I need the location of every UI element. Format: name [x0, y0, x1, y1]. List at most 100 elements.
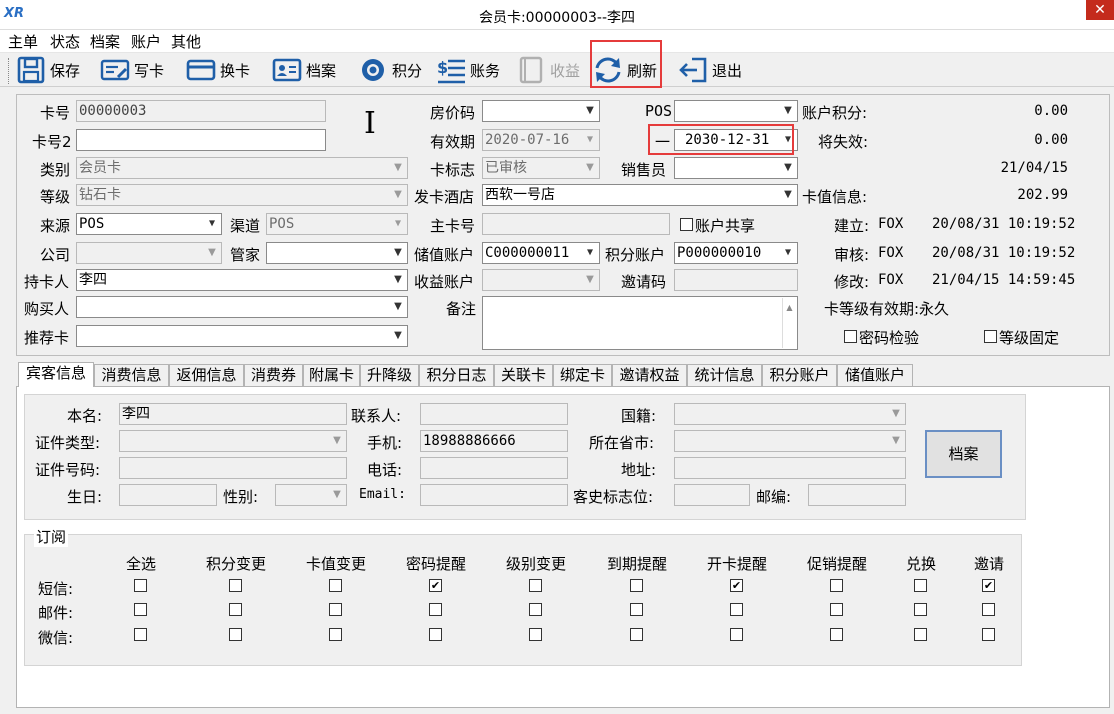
sub-sms-promo-reminder-checkbox[interactable]	[830, 579, 843, 592]
sub-email-invite-checkbox[interactable]	[982, 603, 995, 616]
buyer-select[interactable]: ▼	[76, 296, 408, 318]
sub-sms-invite-checkbox[interactable]: ✔	[982, 579, 995, 592]
mobile-field[interactable]: 18988886666	[420, 430, 568, 452]
level-select[interactable]: 钻石卡 ▼	[76, 184, 408, 206]
sub-wechat-open-card-reminder-checkbox[interactable]	[730, 628, 743, 641]
tab-points-account[interactable]: 积分账户	[762, 364, 837, 386]
housekeeper-select[interactable]: ▼	[266, 242, 408, 264]
card-no2-field[interactable]	[76, 129, 326, 151]
tab-vouchers[interactable]: 消费券	[244, 364, 303, 386]
points-button[interactable]: 积分	[358, 55, 422, 85]
sub-wechat-select-all-checkbox[interactable]	[134, 628, 147, 641]
gender-select[interactable]: ▼	[275, 484, 347, 506]
nationality-select[interactable]: ▼	[674, 403, 906, 425]
invite-code-field[interactable]	[674, 269, 798, 291]
tab-guest-info[interactable]: 宾客信息	[18, 362, 94, 387]
sub-email-value-change-checkbox[interactable]	[329, 603, 342, 616]
sub-wechat-exchange-checkbox[interactable]	[914, 628, 927, 641]
pos-select[interactable]: ▼	[674, 100, 798, 122]
room-rate-select[interactable]: ▼	[482, 100, 600, 122]
card-no-field[interactable]: 00000003	[76, 100, 326, 122]
tab-sub-card[interactable]: 附属卡	[303, 364, 360, 386]
sub-wechat-points-change-checkbox[interactable]	[229, 628, 242, 641]
tab-commission[interactable]: 返佣信息	[169, 364, 244, 386]
archive-toolbar-button[interactable]: 档案	[272, 55, 336, 85]
phone-field[interactable]	[420, 457, 568, 479]
tab-stored-account[interactable]: 储值账户	[837, 364, 913, 386]
name-field[interactable]: 李四	[119, 403, 347, 425]
id-type-select[interactable]: ▼	[119, 430, 347, 452]
password-check-checkbox[interactable]	[844, 330, 857, 343]
id-number-field[interactable]	[119, 457, 347, 479]
email-field[interactable]	[420, 484, 568, 506]
tab-statistics[interactable]: 统计信息	[687, 364, 762, 386]
sub-wechat-level-change-checkbox[interactable]	[529, 628, 542, 641]
sub-sms-open-card-reminder-checkbox[interactable]: ✔	[730, 579, 743, 592]
sub-sms-exchange-checkbox[interactable]	[914, 579, 927, 592]
save-button[interactable]: 保存	[16, 55, 80, 85]
remark-textarea[interactable]: ▲▼	[482, 296, 798, 350]
category-select[interactable]: 会员卡 ▼	[76, 157, 408, 179]
change-card-button[interactable]: 换卡	[186, 55, 250, 85]
sub-email-points-change-checkbox[interactable]	[229, 603, 242, 616]
tab-linked-card[interactable]: 关联卡	[494, 364, 553, 386]
account-button[interactable]: $ 账务	[436, 55, 500, 85]
revenue-account-select[interactable]: ▼	[482, 269, 600, 291]
sub-sms-points-change-checkbox[interactable]	[229, 579, 242, 592]
menu-status[interactable]: 状态	[50, 31, 80, 52]
sub-wechat-value-change-checkbox[interactable]	[329, 628, 342, 641]
tab-bound-card[interactable]: 绑定卡	[553, 364, 612, 386]
level-fixed-checkbox[interactable]	[984, 330, 997, 343]
source-select[interactable]: POS ▼	[76, 213, 222, 235]
sub-email-level-change-checkbox[interactable]	[529, 603, 542, 616]
salesperson-select[interactable]: ▼	[674, 157, 798, 179]
address-field[interactable]	[674, 457, 906, 479]
sub-sms-expiry-reminder-checkbox[interactable]	[630, 579, 643, 592]
write-card-button[interactable]: 写卡	[100, 55, 164, 85]
sub-sms-level-change-checkbox[interactable]	[529, 579, 542, 592]
guest-flag-field[interactable]	[674, 484, 750, 506]
sub-sms-password-reminder-checkbox[interactable]: ✔	[429, 579, 442, 592]
sub-email-select-all-checkbox[interactable]	[134, 603, 147, 616]
stored-account-select[interactable]: C000000011 ▼	[482, 242, 600, 264]
tab-invite-rights[interactable]: 邀请权益	[612, 364, 687, 386]
sub-email-password-reminder-checkbox[interactable]	[429, 603, 442, 616]
sub-email-promo-reminder-checkbox[interactable]	[830, 603, 843, 616]
sub-sms-value-change-checkbox[interactable]	[329, 579, 342, 592]
sub-wechat-promo-reminder-checkbox[interactable]	[830, 628, 843, 641]
sub-sms-select-all-checkbox[interactable]	[134, 579, 147, 592]
channel-select[interactable]: POS ▼	[266, 213, 408, 235]
holder-select[interactable]: 李四 ▼	[76, 269, 408, 291]
sub-email-exchange-checkbox[interactable]	[914, 603, 927, 616]
sub-email-open-card-reminder-checkbox[interactable]	[730, 603, 743, 616]
menu-archive[interactable]: 档案	[90, 31, 120, 52]
close-button[interactable]: ✕	[1086, 0, 1114, 20]
referrer-select[interactable]: ▼	[76, 325, 408, 347]
sub-wechat-password-reminder-checkbox[interactable]	[429, 628, 442, 641]
tab-upgrade[interactable]: 升降级	[360, 364, 419, 386]
contact-field[interactable]	[420, 403, 568, 425]
province-select[interactable]: ▼	[674, 430, 906, 452]
postcode-field[interactable]	[808, 484, 906, 506]
tab-points-log[interactable]: 积分日志	[419, 364, 494, 386]
main-card-field[interactable]	[482, 213, 670, 235]
valid-from-select[interactable]: 2020-07-16 ▼	[482, 129, 600, 151]
sub-wechat-invite-checkbox[interactable]	[982, 628, 995, 641]
menu-other[interactable]: 其他	[171, 31, 201, 52]
menu-main[interactable]: 主单	[8, 31, 38, 52]
issue-hotel-select[interactable]: 西软一号店 ▼	[482, 184, 798, 206]
sub-email-expiry-reminder-checkbox[interactable]	[630, 603, 643, 616]
share-account-checkbox[interactable]	[680, 218, 693, 231]
revenue-button[interactable]: 收益	[516, 55, 580, 85]
archive-button[interactable]: 档案	[925, 430, 1002, 478]
card-value-value: 202.99	[1017, 187, 1068, 203]
card-flag-select[interactable]: 已审核 ▼	[482, 157, 600, 179]
points-account-select[interactable]: P000000010 ▼	[674, 242, 798, 264]
exit-button[interactable]: 退出	[678, 55, 742, 85]
tab-consumption[interactable]: 消费信息	[94, 364, 169, 386]
birthday-field[interactable]	[119, 484, 217, 506]
sub-wechat-expiry-reminder-checkbox[interactable]	[630, 628, 643, 641]
menu-account[interactable]: 账户	[131, 31, 161, 52]
company-select[interactable]: ▼	[76, 242, 222, 264]
scrollbar[interactable]: ▲▼	[782, 298, 796, 348]
